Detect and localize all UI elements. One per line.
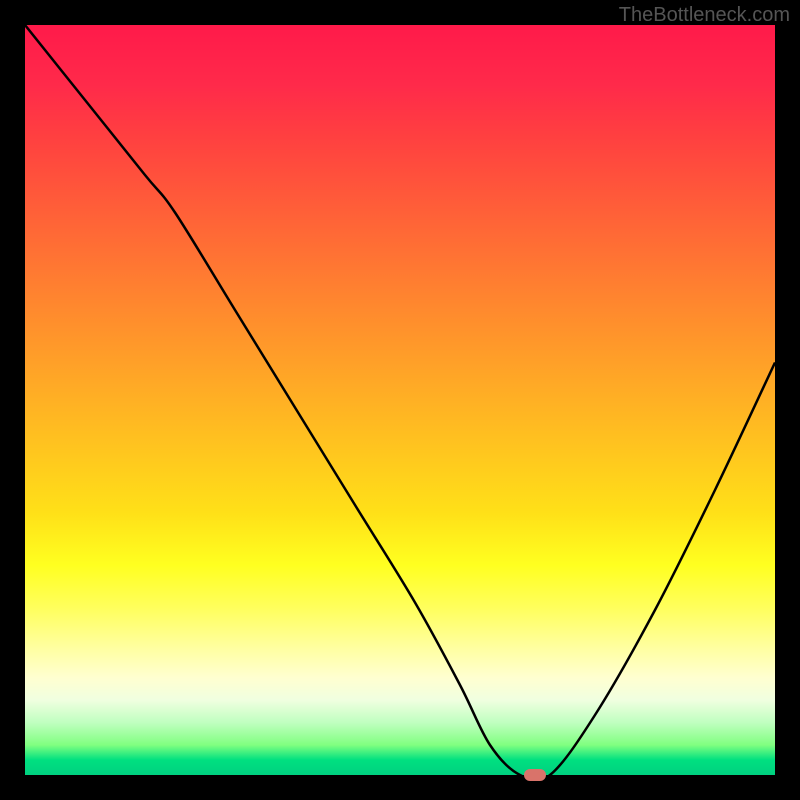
optimal-marker [524, 769, 546, 781]
plot-area [25, 25, 775, 775]
watermark-text: TheBottleneck.com [619, 4, 790, 27]
bottleneck-curve [25, 25, 775, 775]
